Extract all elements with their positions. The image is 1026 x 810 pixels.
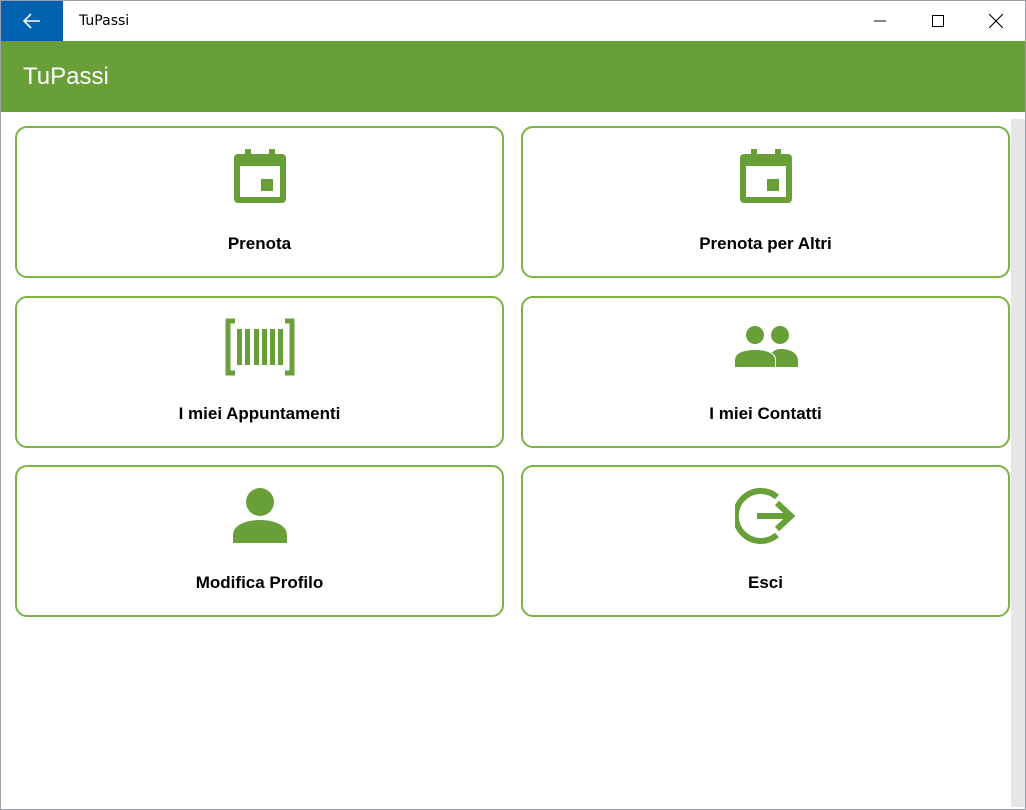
modifica-profilo-label: Modifica Profilo — [195, 573, 324, 592]
title-bar: TuPassi — [1, 1, 1025, 41]
maximize-icon — [932, 15, 944, 27]
prenota-tile[interactable]: Prenota — [15, 126, 504, 278]
logout-icon — [730, 485, 802, 547]
page-title: TuPassi — [23, 63, 109, 90]
esci-tile[interactable]: Esci — [521, 465, 1010, 617]
close-icon — [989, 14, 1003, 28]
vertical-scrollbar[interactable] — [1011, 119, 1025, 807]
window-controls — [851, 1, 1025, 41]
prenota-label: Prenota — [227, 234, 292, 253]
close-button[interactable] — [967, 1, 1025, 41]
person-icon — [224, 485, 296, 547]
prenota-per-altri-tile[interactable]: Prenota per Altri — [521, 126, 1010, 278]
app-header: TuPassi — [1, 41, 1025, 112]
contatti-tile[interactable]: I miei Contatti — [521, 296, 1010, 448]
window-title: TuPassi — [79, 13, 130, 29]
back-button[interactable] — [1, 1, 63, 41]
minimize-button[interactable] — [851, 1, 909, 41]
people-icon — [730, 316, 802, 378]
appuntamenti-label: I miei Appuntamenti — [178, 404, 341, 423]
barcode-icon — [224, 316, 296, 378]
contatti-label: I miei Contatti — [709, 404, 822, 423]
prenota-per-altri-label: Prenota per Altri — [699, 234, 832, 253]
minimize-icon — [874, 20, 886, 22]
calendar-icon — [730, 146, 802, 208]
modifica-profilo-tile[interactable]: Modifica Profilo — [15, 465, 504, 617]
calendar-icon — [224, 146, 296, 208]
esci-label: Esci — [748, 573, 783, 592]
main-content: Prenota Prenota per Altri I miei Appunta… — [1, 112, 1025, 809]
arrow-left-icon — [23, 13, 40, 29]
appuntamenti-tile[interactable]: I miei Appuntamenti — [15, 296, 504, 448]
maximize-button[interactable] — [909, 1, 967, 41]
app-window: TuPassi TuPassi Prenota Prenota per Altr… — [0, 0, 1026, 810]
